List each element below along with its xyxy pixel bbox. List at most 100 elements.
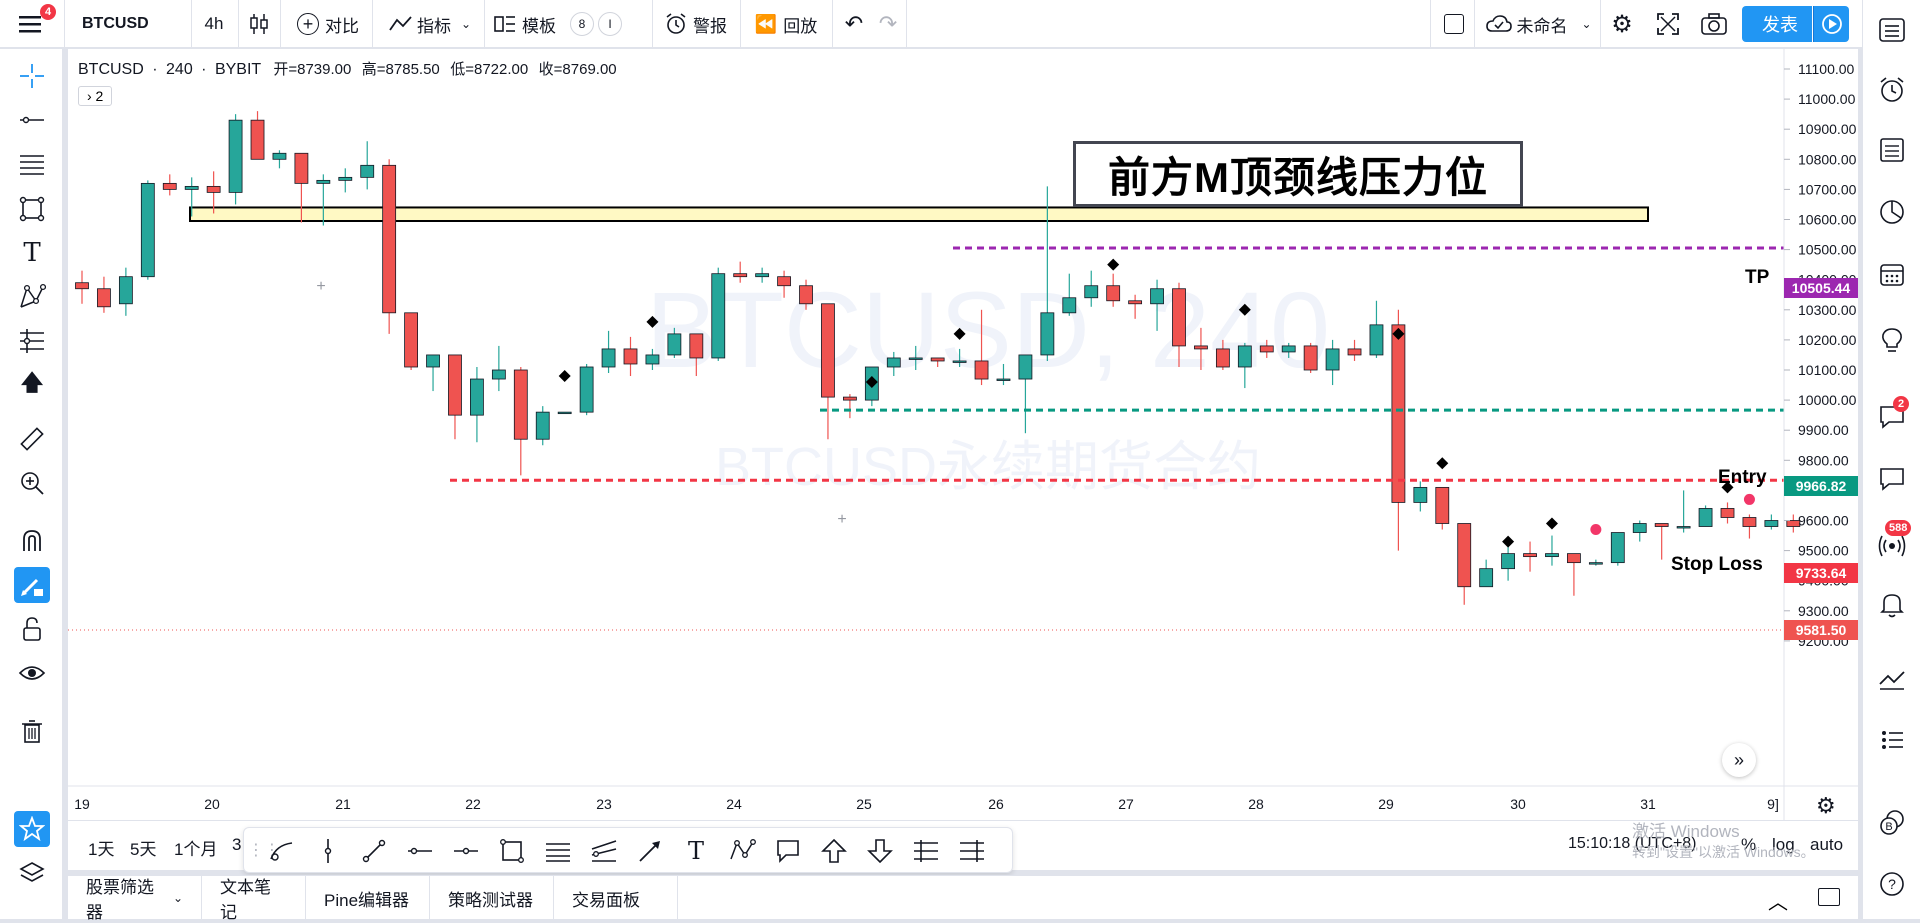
right-sidebar: 2 588 B ? [1862, 0, 1920, 919]
candle-body [930, 357, 945, 362]
rectangle-tool[interactable] [494, 833, 530, 869]
template-slot-8[interactable]: 8 [570, 12, 594, 36]
text-tool[interactable]: T [14, 235, 50, 271]
text-tool[interactable]: T [678, 833, 714, 869]
fib-fan-tool[interactable] [586, 833, 622, 869]
pattern-tool[interactable] [724, 833, 760, 869]
candle [579, 363, 594, 416]
pattern-tool[interactable] [14, 279, 50, 315]
time-tick-label: 22 [465, 796, 481, 812]
candle [1018, 354, 1033, 434]
legend-symbol[interactable]: BTCUSD [78, 61, 144, 78]
alert-button[interactable]: 警报 [660, 0, 732, 48]
arrow-down-marker-tool[interactable] [862, 833, 898, 869]
trend-line-tool[interactable] [14, 102, 50, 138]
chart-settings-button[interactable]: ⚙ [1816, 793, 1836, 819]
candle [821, 303, 835, 440]
legend-collapse-button[interactable]: › 2 [78, 86, 113, 106]
icon-tool[interactable]: 🡅 [14, 367, 50, 403]
time-tick-label: 21 [335, 796, 351, 812]
templates-button[interactable]: 模板 8 I [490, 0, 640, 48]
tab-text-notes[interactable]: 文本笔记 [202, 876, 306, 922]
horizontal-ray-tool[interactable] [402, 833, 438, 869]
data-window-button[interactable] [1874, 132, 1910, 168]
indicators-button[interactable]: 指标 ⌄ [380, 0, 480, 48]
price-tick-label: 10600.00 [1798, 212, 1857, 228]
publish-button[interactable]: 发表 [1742, 6, 1812, 42]
favorites-tool[interactable] [14, 811, 50, 847]
trading-button[interactable] [1874, 660, 1910, 696]
callout-tool[interactable] [770, 833, 806, 869]
alerts-button[interactable] [1874, 72, 1910, 108]
calendar-button[interactable] [1874, 256, 1910, 292]
depth-button[interactable] [1874, 722, 1910, 758]
crypto-button[interactable]: B [1874, 804, 1910, 840]
chart-type-button[interactable] [244, 0, 274, 48]
settings-button[interactable]: ⚙ [1604, 0, 1640, 48]
scroll-to-realtime-button[interactable]: » [1722, 743, 1756, 777]
range-5d[interactable]: 5天 [130, 835, 156, 860]
crosshair-tool[interactable] [14, 58, 50, 94]
maximize-panel-button[interactable] [1818, 888, 1840, 906]
auto-toggle[interactable]: auto [1810, 835, 1843, 855]
arrow-up-marker-tool[interactable] [816, 833, 852, 869]
layout-name-button[interactable]: 未命名 ⌄ [1480, 0, 1598, 48]
hotlists-button[interactable] [1874, 194, 1910, 230]
delete-tool[interactable] [14, 713, 50, 749]
broadcast-icon [1878, 535, 1906, 557]
visibility-tool[interactable] [14, 655, 50, 691]
candle [1720, 502, 1735, 524]
lock-tool[interactable] [14, 611, 50, 647]
tab-pine-editor[interactable]: Pine编辑器 [306, 876, 430, 920]
range-3m[interactable]: 3 [232, 835, 241, 855]
publish-dropdown-button[interactable] [1813, 6, 1849, 42]
indicator-icon [389, 16, 412, 31]
tab-stock-screener[interactable]: 股票筛选器 ⌄ [68, 876, 202, 922]
chart-pane[interactable]: BTCUSD, 240 BTCUSD永续期货合约 + + 11100.00 1100… [68, 49, 1858, 820]
ideas-button[interactable] [1874, 322, 1910, 358]
stop-loss-price-tag: 9733.64 [1784, 563, 1858, 583]
layout-toggle-button[interactable] [1436, 0, 1472, 48]
snapshot-button[interactable] [1696, 0, 1732, 48]
range-1d[interactable]: 1天 [88, 835, 114, 860]
symbol-search[interactable]: BTCUSD [68, 0, 188, 48]
measure-tool[interactable] [14, 421, 50, 457]
short-position-tool[interactable] [954, 833, 990, 869]
tab-trading-panel[interactable]: 交易面板 [554, 876, 678, 920]
help-button[interactable]: ? [1874, 866, 1910, 902]
brush-tool[interactable] [264, 833, 300, 869]
collapse-panel-button[interactable]: ︿ [1768, 886, 1788, 915]
fib-tool[interactable] [14, 146, 50, 182]
horizontal-line-tool[interactable] [448, 833, 484, 869]
activation-line-2: 转到"设置"以激活 Windows。 [1632, 844, 1815, 860]
candle [557, 411, 572, 415]
trend-line-tool[interactable] [356, 833, 392, 869]
vertical-line-tool[interactable] [310, 833, 346, 869]
zoom-tool[interactable] [14, 465, 50, 501]
interval-button[interactable]: 4h [194, 0, 234, 48]
replay-button[interactable]: ⏪ 回放 [748, 0, 824, 48]
shape-tool[interactable] [14, 191, 50, 227]
undo-button[interactable]: ↶ [838, 0, 870, 48]
prediction-tool[interactable] [14, 323, 50, 359]
tab-strategy-tester[interactable]: 策略测试器 [430, 876, 554, 920]
messages-button[interactable] [1874, 460, 1910, 496]
price-chart[interactable]: BTCUSD, 240 BTCUSD永续期货合约 ++ 11100.001100… [68, 49, 1858, 820]
long-position-tool[interactable] [908, 833, 944, 869]
parallel-channel-tool[interactable] [540, 833, 576, 869]
trend-icon [1879, 671, 1905, 690]
fullscreen-button[interactable] [1650, 0, 1686, 48]
arrow-tool[interactable] [632, 833, 668, 869]
redo-button[interactable]: ↷ [872, 0, 904, 48]
object-tree-tool[interactable] [14, 855, 50, 891]
bell-icon [1880, 594, 1904, 618]
candle-body [535, 411, 550, 440]
annotation-box[interactable]: 前方M顶颈线压力位 [1073, 141, 1523, 207]
range-1m[interactable]: 1个月 [174, 835, 217, 860]
drawing-mode-tool[interactable] [14, 567, 50, 603]
compare-button[interactable]: + 对比 [290, 0, 366, 48]
notifications-button[interactable] [1874, 586, 1910, 622]
watchlist-button[interactable] [1874, 12, 1910, 48]
magnet-tool[interactable] [14, 523, 50, 559]
template-slot-i[interactable]: I [598, 12, 622, 36]
